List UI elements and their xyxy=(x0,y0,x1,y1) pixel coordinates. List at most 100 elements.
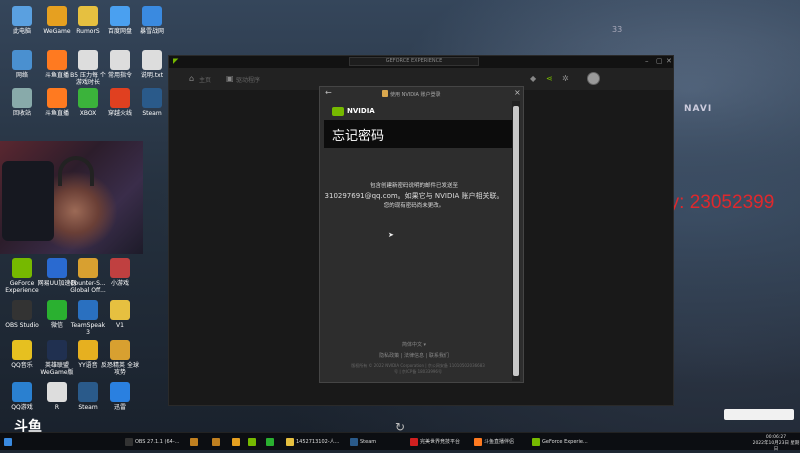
xbox-icon xyxy=(78,88,98,108)
douyu-icon xyxy=(47,88,67,108)
desktop-icon[interactable]: GeForce Experience xyxy=(2,258,42,294)
minimize-icon[interactable]: – xyxy=(645,58,649,65)
desktop-icon[interactable]: OBS Studio xyxy=(2,300,42,329)
geforce-icon xyxy=(12,258,32,278)
folder-icon xyxy=(78,6,98,26)
battlenet-icon xyxy=(142,6,162,26)
drivers-icon[interactable]: ▣ xyxy=(226,74,234,83)
cf-icon xyxy=(110,88,130,108)
taskbar-item[interactable]: Steam xyxy=(350,436,376,448)
settings-gear-icon[interactable]: ✲ xyxy=(562,74,569,83)
scrollbar[interactable] xyxy=(512,101,520,381)
desktop-icon[interactable]: QQ音乐 xyxy=(2,340,42,369)
desktop-icon-label: 小游戏 xyxy=(110,280,129,287)
window-title: GEFORCE EXPERIENCE xyxy=(349,57,479,66)
nav-drivers[interactable]: 驱动程序 xyxy=(236,75,260,84)
taskbar-item[interactable]: OBS 27.1.1 (64-... xyxy=(125,436,179,448)
desktop-icon[interactable]: 暴雪战网 xyxy=(132,6,172,35)
taskbar-app-icon xyxy=(410,437,418,446)
desktop-icon[interactable]: QQ游戏 xyxy=(2,382,42,411)
window-titlebar[interactable]: ◤ GEFORCE EXPERIENCE – ▢ ✕ xyxy=(169,56,673,68)
yy-icon xyxy=(78,340,98,360)
clock-date: 2022年10月23日 星期日 xyxy=(752,441,800,452)
heading-band: 忘记密码 xyxy=(324,120,512,148)
taskbar-app-icon xyxy=(212,437,220,446)
nvidia-login-dialog: ← 使用 NVIDIA 账户登录 × NVIDIA 忘记密码 包含创建新密码说明… xyxy=(319,86,524,383)
desktop-icon[interactable]: Steam xyxy=(132,88,172,117)
close-icon[interactable]: ✕ xyxy=(666,58,672,65)
input-method-tray[interactable] xyxy=(724,409,794,420)
mouse-cursor-icon: ➤ xyxy=(388,231,394,239)
taskbar-item[interactable] xyxy=(190,436,200,448)
taskbar-item[interactable]: GeForce Experie... xyxy=(532,436,588,448)
windows-icon xyxy=(4,437,12,446)
maximize-icon[interactable]: ▢ xyxy=(656,58,663,65)
taskbar-item[interactable]: 1452713102-人... xyxy=(286,436,339,448)
desktop-icon[interactable]: 此电脑 xyxy=(2,6,42,35)
taskbar-item[interactable]: 斗鱼直播伴侣 xyxy=(474,436,514,448)
desktop-icon-label: 暴雪战网 xyxy=(139,28,164,35)
taskbar-item-label: OBS 27.1.1 (64-... xyxy=(135,439,180,445)
back-arrow-icon[interactable]: ← xyxy=(325,89,332,97)
file-icon xyxy=(110,50,130,70)
taskbar-app-icon xyxy=(232,437,240,446)
desktop-icon[interactable]: 迅雷 xyxy=(100,382,140,411)
taskbar-app-icon xyxy=(266,437,274,446)
taskbar-item-label: 1452713102-人... xyxy=(296,439,340,445)
taskbar-item-label: GeForce Experie... xyxy=(542,439,588,445)
footer-links[interactable]: 隐私政策 | 法律信息 | 联系我们 xyxy=(320,352,508,359)
taskbar-clock[interactable]: 00:06:27 2022年10月23日 星期日 xyxy=(752,435,800,453)
file-icon xyxy=(142,50,162,70)
taskbar-app-icon xyxy=(286,437,294,446)
chevron-down-icon: ▾ xyxy=(423,342,427,348)
dialog-header: ← 使用 NVIDIA 账户登录 × xyxy=(320,87,523,101)
taskbar-item-label: 斗鱼直播伴侣 xyxy=(484,439,515,445)
desktop-icon[interactable]: 回收站 xyxy=(2,88,42,117)
desktop-icon[interactable]: V1 xyxy=(100,300,140,329)
page-title: 忘记密码 xyxy=(332,129,385,144)
taskbar-item[interactable] xyxy=(248,436,258,448)
uu-icon xyxy=(47,258,67,278)
avatar[interactable] xyxy=(587,72,600,85)
desktop-icon-label: 说明.txt xyxy=(140,72,164,79)
dialog-close-icon[interactable]: × xyxy=(514,89,521,97)
steam-icon xyxy=(142,88,162,108)
taskbar-item[interactable] xyxy=(212,436,222,448)
desktop-icon-label: 反恐精英 全球攻势 xyxy=(101,362,139,376)
desktop-icon[interactable]: 反恐精英 全球攻势 xyxy=(100,340,140,376)
desktop-icon[interactable]: 网络 xyxy=(2,50,42,79)
network-icon xyxy=(12,50,32,70)
computer-icon xyxy=(12,6,32,26)
nvidia-logo: NVIDIA xyxy=(332,105,375,117)
taskbar-app-icon xyxy=(125,437,133,446)
notification-icon[interactable]: ◆ xyxy=(530,74,536,83)
language-label: 简体中文 xyxy=(401,342,422,348)
taskbar-item[interactable]: 完美世界竞技平台 xyxy=(410,436,460,448)
headset xyxy=(58,156,94,186)
lol-icon xyxy=(47,340,67,360)
home-icon[interactable]: ⌂ xyxy=(189,74,194,83)
file-icon xyxy=(78,50,98,70)
nvidia-eye-icon xyxy=(332,106,344,116)
legal-text: 版权所有 © 2022 NVIDIA Corporation | 京公网安备 1… xyxy=(320,363,516,375)
desktop-icon[interactable]: 小游戏 xyxy=(100,258,140,287)
legal-line-2: 号 | 京ICP备 18033996号 xyxy=(394,369,442,374)
language-selector[interactable]: 简体中文 ▾ xyxy=(320,341,508,348)
obs-icon xyxy=(12,300,32,320)
desktop-icon-label: OBS Studio xyxy=(5,322,39,329)
taskbar-item[interactable] xyxy=(232,436,242,448)
nav-home[interactable]: 主页 xyxy=(199,75,211,84)
taskbar-app-icon xyxy=(190,437,198,446)
geforce-logo-icon: ◤ xyxy=(173,57,179,65)
cloud-icon xyxy=(110,6,130,26)
desktop-icon-label: 迅雷 xyxy=(113,404,126,411)
desktop-icon[interactable]: 说明.txt xyxy=(132,50,172,79)
scrollbar-thumb[interactable] xyxy=(513,106,519,376)
start-button[interactable] xyxy=(4,436,14,448)
gaming-chair xyxy=(2,161,54,241)
nvidia-logo-text: NVIDIA xyxy=(347,107,375,115)
recycle-bin-icon xyxy=(12,88,32,108)
taskbar-item[interactable] xyxy=(266,436,276,448)
steam-icon xyxy=(78,382,98,402)
share-icon[interactable]: ⋖ xyxy=(546,74,553,83)
